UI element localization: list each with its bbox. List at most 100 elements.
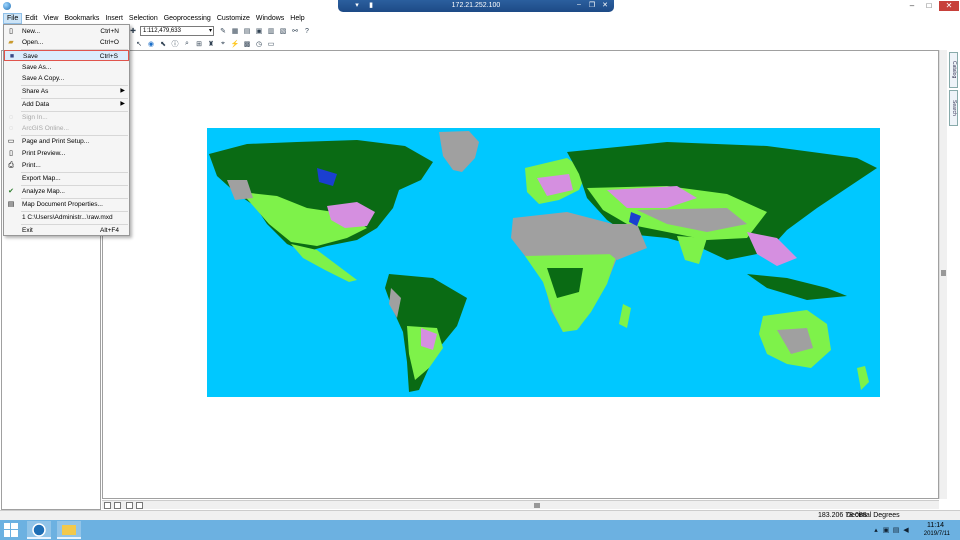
menu-item-arcgis-online: ◌ ArcGIS Online... — [4, 123, 129, 134]
catalog-window-icon[interactable]: ▤ — [242, 26, 252, 36]
pause-drawing-icon[interactable] — [136, 502, 143, 509]
menu-customize[interactable]: Customize — [214, 14, 253, 23]
menu-geoprocessing[interactable]: Geoprocessing — [161, 14, 214, 23]
select-features-icon[interactable]: ↖ — [134, 39, 144, 49]
chevron-down-icon: ▾ — [208, 28, 212, 34]
menu-help[interactable]: Help — [287, 14, 307, 23]
menu-insert[interactable]: Insert — [102, 14, 126, 23]
scale-value: 1:112,479,633 — [143, 28, 181, 34]
standard-toolbar: ✚ 1:112,479,633 ▾ ✎ ▦ ▤ ▣ ▥ ▧ ⚯ ? — [0, 25, 960, 37]
status-bar: 183.206 78.088 Decimal Degrees — [0, 510, 960, 520]
menu-item-print-preview[interactable]: ▯ Print Preview... — [4, 148, 129, 159]
menu-item-save[interactable]: ■ Save Ctrl+S — [4, 50, 129, 61]
menu-item-add-data[interactable]: Add Data ▶ — [4, 99, 129, 110]
menu-item-open[interactable]: ▰ Open... Ctrl+O — [4, 37, 129, 48]
arctoolbox-icon[interactable]: ▥ — [266, 26, 276, 36]
menu-item-export-map[interactable]: Export Map... — [4, 173, 129, 184]
find-icon[interactable]: ⌕ — [182, 39, 192, 49]
refresh-icon[interactable] — [126, 502, 133, 509]
menu-bar: File Edit View Bookmarks Insert Selectio… — [0, 12, 960, 24]
file-menu-dropdown: ▯ New... Ctrl+N ▰ Open... Ctrl+O ■ Save … — [3, 24, 130, 236]
menu-item-new[interactable]: ▯ New... Ctrl+N — [4, 26, 129, 37]
menu-item-label: ArcGIS Online... — [22, 125, 69, 132]
properties-icon: ▤ — [7, 201, 15, 208]
measure-icon[interactable]: ⊞ — [194, 39, 204, 49]
menu-view[interactable]: View — [40, 14, 61, 23]
vertical-scrollbar[interactable] — [939, 50, 947, 499]
identify-icon[interactable]: ⓘ — [170, 39, 180, 49]
menu-item-label: Add Data — [22, 101, 50, 108]
network-icon[interactable]: ▣ — [882, 526, 890, 534]
tray-up-arrow-icon[interactable]: ▴ — [872, 526, 880, 534]
editor-toolbar-icon[interactable]: ✎ — [218, 26, 228, 36]
menu-item-label: Exit — [22, 227, 33, 234]
new-document-icon: ▯ — [9, 28, 13, 35]
remote-host-label: 172.21.252.100 — [451, 2, 501, 9]
menu-item-analyze-map[interactable]: ✔ Analyze Map... — [4, 186, 129, 197]
python-window-icon[interactable]: ▧ — [278, 26, 288, 36]
open-folder-icon: ▰ — [8, 39, 14, 46]
table-of-contents-icon[interactable]: ▦ — [230, 26, 240, 36]
scale-dropdown[interactable]: 1:112,479,633 ▾ — [140, 26, 214, 36]
menu-item-label: Print Preview... — [22, 150, 66, 157]
go-to-xy-icon[interactable]: ⌖ — [218, 39, 228, 49]
whats-this-icon[interactable]: ? — [302, 26, 312, 36]
menu-item-label: Open... — [22, 39, 44, 46]
windows-start-icon[interactable] — [4, 523, 18, 537]
menu-item-label: Map Document Properties... — [22, 201, 103, 208]
rdp-restore-icon[interactable]: ❐ — [587, 1, 597, 9]
rdp-minimize-icon[interactable]: – — [574, 1, 584, 8]
arcmap-app-icon[interactable] — [3, 2, 11, 10]
catalog-tab[interactable]: Catalog — [949, 52, 958, 88]
horizontal-scrollbar[interactable] — [102, 500, 939, 509]
menu-item-page-print-setup[interactable]: ▭ Page and Print Setup... — [4, 136, 129, 147]
menu-edit[interactable]: Edit — [22, 14, 40, 23]
minimize-icon[interactable]: – — [906, 1, 918, 10]
menu-windows[interactable]: Windows — [253, 14, 287, 23]
volume-icon[interactable]: ◀ — [902, 526, 910, 534]
arcmap-taskbar-icon[interactable] — [27, 521, 51, 539]
html-popup-icon[interactable]: ▩ — [242, 39, 252, 49]
menu-item-map-document-properties[interactable]: ▤ Map Document Properties... — [4, 199, 129, 210]
menu-item-label: Save A Copy... — [22, 75, 65, 82]
menu-item-label: Share As — [22, 88, 49, 95]
menu-item-recent-file[interactable]: 1 C:\Users\Administr...\raw.mxd — [4, 212, 129, 223]
search-tab[interactable]: Search — [949, 90, 958, 126]
menu-item-print[interactable]: ⎙ Print... — [4, 160, 129, 171]
horizontal-scroll-thumb[interactable] — [534, 503, 540, 508]
select-elements-icon[interactable]: ⬉ — [158, 39, 168, 49]
print-preview-icon: ▯ — [9, 150, 13, 157]
menu-file[interactable]: File — [3, 12, 23, 24]
close-icon[interactable]: ✕ — [939, 1, 959, 11]
menu-item-shortcut: Ctrl+S — [99, 53, 118, 60]
file-explorer-icon[interactable] — [57, 521, 81, 539]
menu-item-save-as[interactable]: Save As... — [4, 62, 129, 73]
hyperlink-icon[interactable]: ⚡ — [230, 39, 240, 49]
map-display[interactable] — [102, 50, 939, 499]
menu-selection[interactable]: Selection — [126, 14, 161, 23]
menu-item-sign-in: ◌ Sign In... — [4, 112, 129, 123]
rdp-close-icon[interactable]: ✕ — [600, 1, 610, 9]
menu-item-exit[interactable]: Exit Alt+F4 — [4, 225, 129, 236]
data-view-icon[interactable] — [104, 502, 111, 509]
menu-item-save-a-copy[interactable]: Save A Copy... — [4, 73, 129, 84]
menu-item-share-as[interactable]: Share As ▶ — [4, 86, 129, 97]
menu-item-label: Export Map... — [22, 175, 61, 182]
layout-view-icon[interactable] — [114, 502, 121, 509]
binoculars-icon[interactable]: ♜ — [206, 39, 216, 49]
scroll-thumb[interactable] — [941, 270, 946, 276]
menu-bookmarks[interactable]: Bookmarks — [61, 14, 102, 23]
model-builder-icon[interactable]: ⚯ — [290, 26, 300, 36]
keyboard-icon[interactable]: ▤ — [892, 526, 900, 534]
clock-date[interactable]: 2019/7/11 — [924, 531, 950, 537]
globe-identify-icon[interactable]: ◉ — [146, 39, 156, 49]
search-window-icon[interactable]: ▣ — [254, 26, 264, 36]
time-slider-icon[interactable]: ◷ — [254, 39, 264, 49]
create-viewer-icon[interactable]: ▭ — [266, 39, 276, 49]
clock-time[interactable]: 11:14 — [927, 522, 944, 529]
menu-item-label: Sign In... — [22, 114, 48, 121]
maximize-icon[interactable]: □ — [923, 1, 935, 10]
windows-taskbar: ▴ ▣ ▤ ◀ 11:14 2019/7/11 — [0, 520, 960, 540]
menu-item-shortcut: Alt+F4 — [100, 227, 119, 234]
save-icon: ■ — [9, 53, 15, 60]
